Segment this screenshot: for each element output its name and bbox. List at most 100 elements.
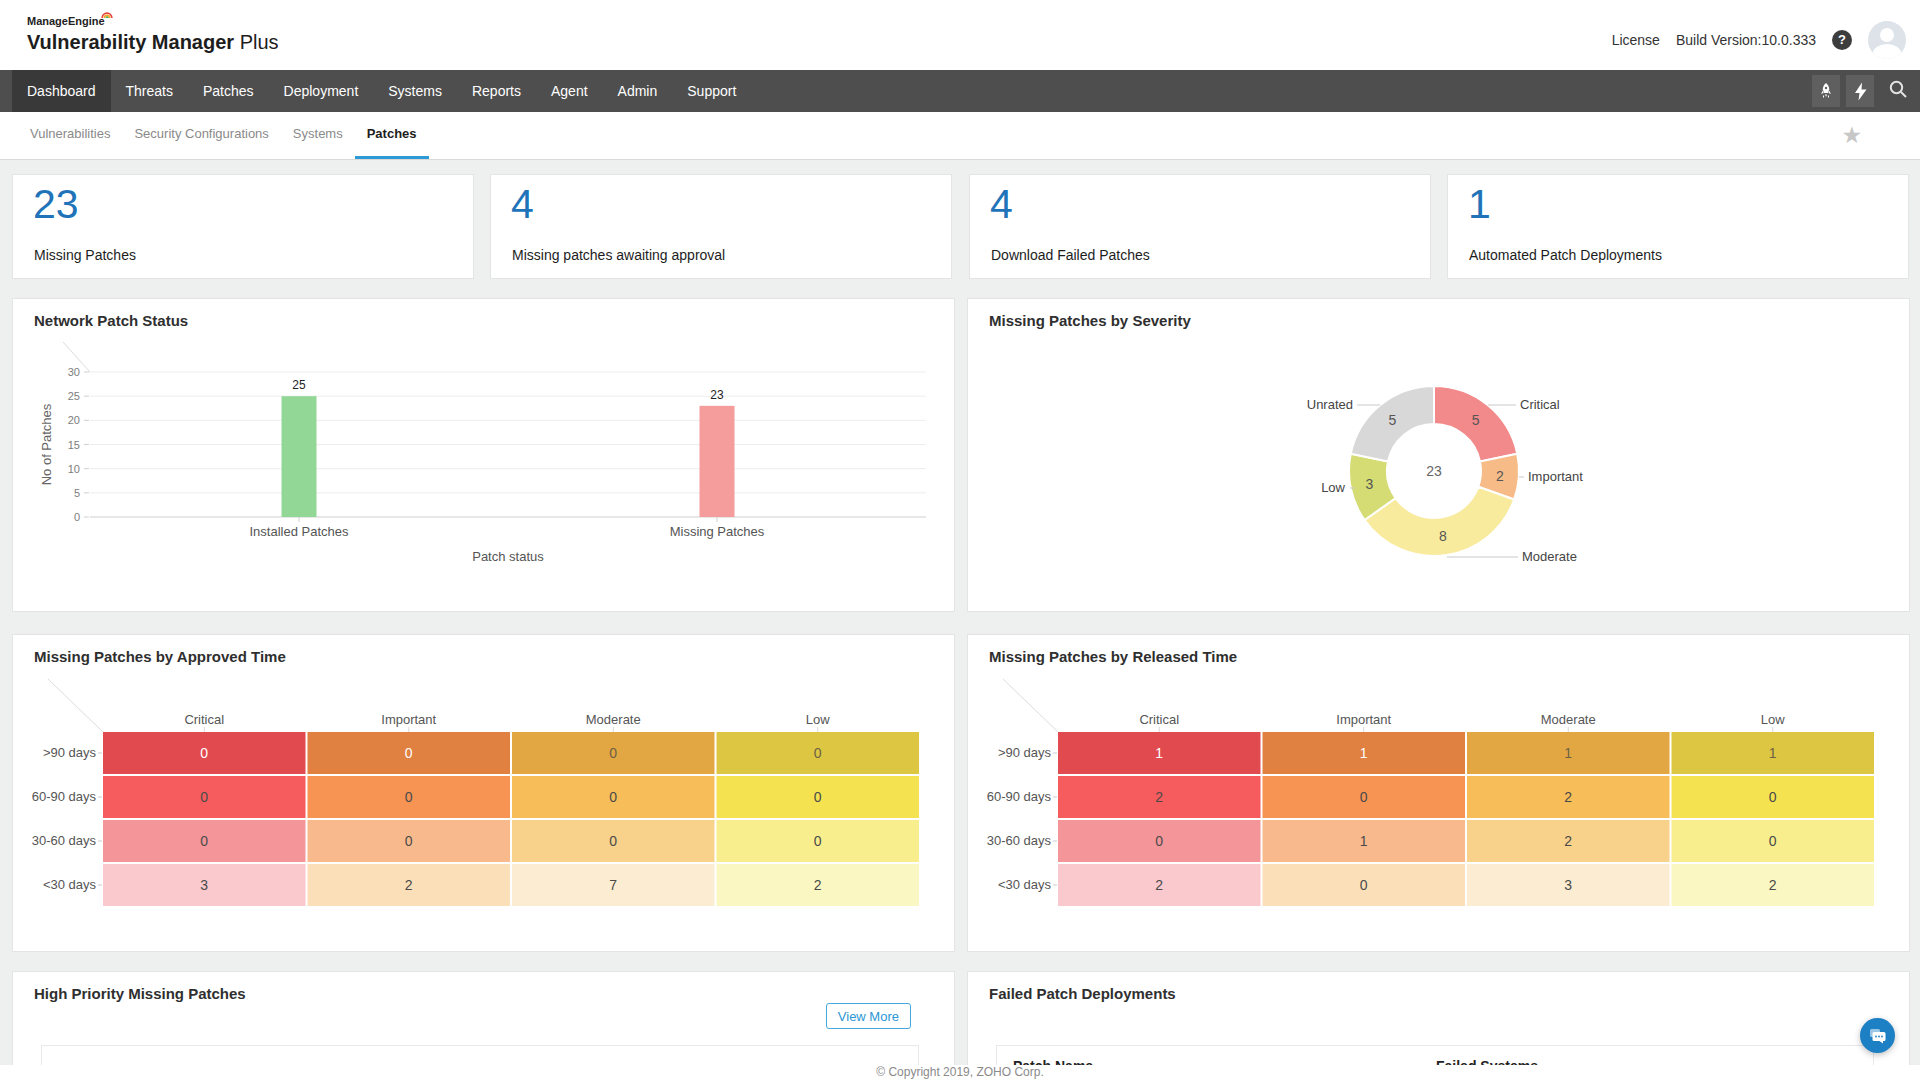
svg-text:30: 30 xyxy=(68,366,80,378)
svg-text:3: 3 xyxy=(1564,877,1572,893)
nav-item-patches[interactable]: Patches xyxy=(188,70,269,112)
svg-text:Critical: Critical xyxy=(184,712,224,727)
svg-text:5: 5 xyxy=(74,487,80,499)
svg-text:2: 2 xyxy=(814,877,822,893)
svg-text:2: 2 xyxy=(405,877,413,893)
svg-text:0: 0 xyxy=(405,789,413,805)
stat-card-missing-patches[interactable]: 23Missing Patches xyxy=(12,174,474,279)
panel-missing-by-severity: 5283523CriticalImportantModerateLowUnrat… xyxy=(967,298,1910,612)
svg-text:>90 days: >90 days xyxy=(43,745,97,760)
copyright-text: © Copyright 2019, ZOHO Corp. xyxy=(876,1065,1044,1079)
svg-text:23: 23 xyxy=(1426,463,1442,479)
stat-card-automated-patch-deployments[interactable]: 1 Automated Patch Deployments xyxy=(1447,174,1909,279)
nav-item-admin[interactable]: Admin xyxy=(603,70,673,112)
svg-text:Moderate: Moderate xyxy=(1541,712,1596,727)
svg-text:Low: Low xyxy=(806,712,830,727)
panel-title: Missing Patches by Approved Time xyxy=(34,648,286,665)
footer: © Copyright 2019, ZOHO Corp. xyxy=(0,1065,1920,1080)
svg-text:30-60 days: 30-60 days xyxy=(32,833,97,848)
flash-icon[interactable] xyxy=(1846,75,1874,107)
svg-text:>90 days: >90 days xyxy=(998,745,1052,760)
subtab-patches[interactable]: Patches xyxy=(355,112,429,160)
panel-title: Failed Patch Deployments xyxy=(989,985,1176,1002)
nav-item-threats[interactable]: Threats xyxy=(111,70,188,112)
svg-text:1: 1 xyxy=(1360,833,1368,849)
svg-text:0: 0 xyxy=(1360,789,1368,805)
chat-fab[interactable] xyxy=(1860,1018,1895,1053)
svg-text:Moderate: Moderate xyxy=(586,712,641,727)
help-icon[interactable]: ? xyxy=(1832,30,1852,50)
svg-text:1: 1 xyxy=(1769,745,1777,761)
svg-text:Critical: Critical xyxy=(1520,397,1560,412)
svg-text:1: 1 xyxy=(1564,745,1572,761)
svg-text:No of Patches: No of Patches xyxy=(39,403,54,485)
panel-missing-by-approved-time: Critical Important Moderate Low >90 days 0 0 0 0… xyxy=(12,634,955,952)
svg-text:2: 2 xyxy=(1496,468,1504,484)
svg-text:Critical: Critical xyxy=(1139,712,1179,727)
nav-item-agent[interactable]: Agent xyxy=(536,70,603,112)
brand-company: ManageEngine xyxy=(27,15,105,27)
svg-text:Unrated: Unrated xyxy=(1307,397,1353,412)
svg-text:0: 0 xyxy=(405,745,413,761)
svg-text:0: 0 xyxy=(1155,833,1163,849)
nav-item-systems[interactable]: Systems xyxy=(373,70,457,112)
main-nav: DashboardThreatsPatchesDeploymentSystems… xyxy=(0,70,1920,112)
svg-text:Installed Patches: Installed Patches xyxy=(249,524,349,539)
bar-missing-patches[interactable] xyxy=(700,406,735,517)
stat-label: Automated Patch Deployments xyxy=(1469,247,1662,263)
svg-text:0: 0 xyxy=(609,745,617,761)
stat-card-missing-patches-awaiting-approval[interactable]: 4Missing patches awaiting approval xyxy=(490,174,952,279)
view-more-button[interactable]: View More xyxy=(826,1003,911,1029)
panel-title: Network Patch Status xyxy=(34,312,188,329)
stat-value: 1 xyxy=(1468,181,1491,228)
svg-text:0: 0 xyxy=(200,833,208,849)
panel-high-priority-missing: High Priority Missing Patches View More xyxy=(12,971,955,1080)
approved-time-heatmap: Critical Important Moderate Low >90 days 0 0 0 0… xyxy=(13,635,954,951)
stat-value: 4 xyxy=(990,181,1013,228)
svg-text:30-60 days: 30-60 days xyxy=(987,833,1052,848)
svg-text:20: 20 xyxy=(68,414,80,426)
nav-item-deployment[interactable]: Deployment xyxy=(269,70,374,112)
released-time-heatmap: CriticalImportantModerateLow>90 days1111… xyxy=(968,635,1909,951)
svg-text:0: 0 xyxy=(609,833,617,849)
svg-text:15: 15 xyxy=(68,439,80,451)
svg-text:23: 23 xyxy=(710,388,724,402)
svg-text:Missing Patches: Missing Patches xyxy=(670,524,765,539)
svg-text:5: 5 xyxy=(1388,412,1396,428)
svg-text:2: 2 xyxy=(1155,877,1163,893)
nav-item-support[interactable]: Support xyxy=(672,70,751,112)
subtab-security-configurations[interactable]: Security Configurations xyxy=(122,112,280,160)
svg-text:2: 2 xyxy=(1769,877,1777,893)
svg-text:25: 25 xyxy=(68,390,80,402)
svg-text:Moderate: Moderate xyxy=(1522,549,1577,564)
subtab-vulnerabilities[interactable]: Vulnerabilities xyxy=(18,112,122,160)
bar-installed-patches[interactable] xyxy=(282,396,317,517)
svg-text:2: 2 xyxy=(1564,789,1572,805)
svg-text:0: 0 xyxy=(814,745,822,761)
product-name: Vulnerability Manager xyxy=(27,31,234,53)
user-avatar[interactable] xyxy=(1868,21,1906,59)
svg-text:0: 0 xyxy=(609,789,617,805)
svg-text:25: 25 xyxy=(292,378,306,392)
svg-text:8: 8 xyxy=(1439,528,1447,544)
svg-text:Important: Important xyxy=(381,712,436,727)
stat-card-download-failed-patches[interactable]: 4Download Failed Patches xyxy=(969,174,1431,279)
subtab-systems[interactable]: Systems xyxy=(281,112,355,160)
svg-text:60-90 days: 60-90 days xyxy=(987,789,1052,804)
brand-logo[interactable]: ManageEngine Vulnerability Manager Plus xyxy=(27,11,279,54)
svg-text:0: 0 xyxy=(814,833,822,849)
star-icon[interactable]: ★ xyxy=(1841,122,1862,149)
svg-text:60-90 days: 60-90 days xyxy=(32,789,97,804)
panel-title: Missing Patches by Severity xyxy=(989,312,1191,329)
svg-text:7: 7 xyxy=(609,877,617,893)
manageengine-swoosh-icon xyxy=(101,10,113,19)
license-link[interactable]: License xyxy=(1612,32,1660,48)
nav-item-dashboard[interactable]: Dashboard xyxy=(12,70,111,112)
nav-item-reports[interactable]: Reports xyxy=(457,70,536,112)
stat-value: 4 xyxy=(511,181,534,228)
svg-text:0: 0 xyxy=(200,789,208,805)
search-icon[interactable] xyxy=(1888,79,1908,103)
svg-text:1: 1 xyxy=(1155,745,1163,761)
rocket-icon[interactable] xyxy=(1812,75,1840,107)
panel-failed-deployments: Failed Patch Deployments Patch Name Fail… xyxy=(967,971,1910,1080)
